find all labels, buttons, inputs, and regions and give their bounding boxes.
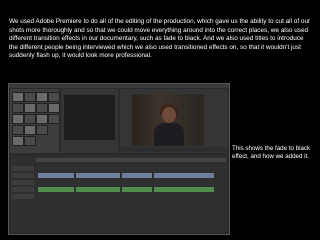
track-header: [12, 194, 34, 199]
video-clip[interactable]: [154, 173, 214, 178]
menu-bar: [9, 84, 229, 88]
video-clip[interactable]: [76, 173, 120, 178]
clip-thumbnail: [12, 92, 24, 102]
clip-thumbnail: [36, 103, 48, 113]
playback-controls[interactable]: [120, 147, 228, 152]
audio-clip[interactable]: [38, 187, 74, 192]
clip-thumbnail: [24, 103, 36, 113]
clip-thumbnail: [48, 103, 60, 113]
clip-thumbnail: [12, 125, 24, 135]
clip-thumbnail: [36, 92, 48, 102]
timeline-panel: [10, 156, 228, 232]
caption-text: This shows the fade to black effect, and…: [232, 145, 311, 161]
program-monitor: [120, 89, 228, 153]
video-clip[interactable]: [38, 173, 74, 178]
clip-thumbnail: [12, 136, 24, 146]
audio-clip[interactable]: [154, 187, 214, 192]
clip-thumbnail: [24, 125, 36, 135]
clip-thumbnail: [36, 125, 48, 135]
clip-thumbnail: [36, 114, 48, 124]
project-panel: [10, 89, 60, 153]
clip-thumbnail: [12, 114, 24, 124]
clip-thumbnail: [12, 103, 24, 113]
premiere-screenshot: [8, 83, 230, 235]
track-header: [12, 173, 34, 178]
audio-clip[interactable]: [76, 187, 120, 192]
track-header: [12, 180, 34, 185]
clip-thumbnail: [48, 114, 60, 124]
track-header: [12, 187, 34, 192]
track-header: [12, 166, 34, 171]
clip-thumbnail: [24, 114, 36, 124]
video-clip[interactable]: [122, 173, 152, 178]
interviewee-figure: [154, 123, 184, 146]
program-video-frame: [132, 94, 204, 146]
clip-thumbnail: [24, 136, 36, 146]
intro-paragraph: We used Adobe Premiere to do all of the …: [9, 18, 311, 60]
clip-thumbnail: [24, 92, 36, 102]
clip-thumbnail: [48, 92, 60, 102]
audio-clip[interactable]: [122, 187, 152, 192]
source-screen: [64, 95, 115, 140]
source-monitor: [61, 89, 118, 153]
timeline-ruler: [36, 158, 226, 162]
